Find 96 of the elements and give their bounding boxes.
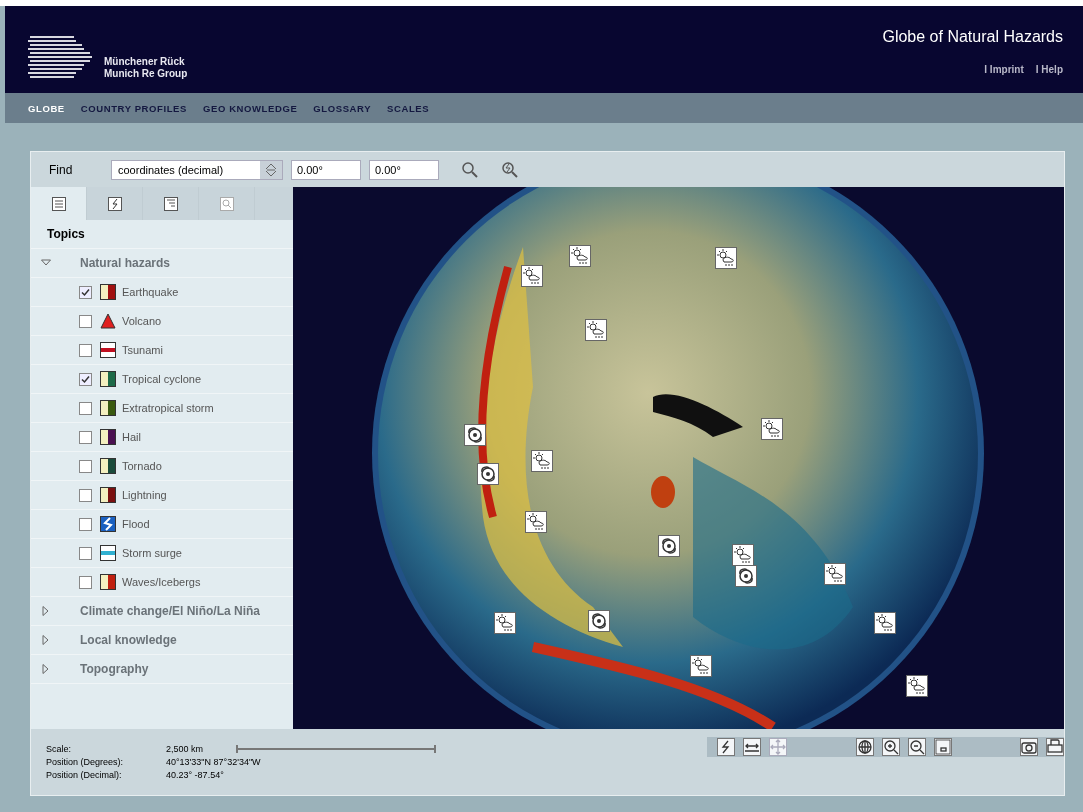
header-link[interactable]: I Imprint	[984, 64, 1024, 75]
checkbox[interactable]	[79, 285, 92, 299]
list-icon	[51, 196, 66, 211]
sun-rain-icon[interactable]	[824, 563, 846, 585]
longitude-field[interactable]: 0.00°	[369, 159, 439, 180]
cyclone-icon[interactable]	[658, 535, 680, 557]
search-icon	[219, 196, 234, 211]
sun-rain-icon[interactable]	[569, 245, 591, 267]
sun-rain-icon[interactable]	[531, 450, 553, 472]
cyclone-icon[interactable]	[464, 424, 486, 446]
nav-tab[interactable]: GLOBE	[28, 102, 65, 114]
spinner-icon	[265, 162, 277, 177]
scale-label: Scale:	[46, 743, 72, 754]
position-label: Position (Degrees):	[46, 756, 125, 767]
expanded-triangle-icon	[41, 258, 51, 268]
collapsed-triangle-icon	[41, 606, 51, 616]
checkbox[interactable]	[79, 314, 92, 328]
nav-tab[interactable]: GLOSSARY	[313, 102, 372, 114]
find-label: Find	[49, 162, 74, 177]
nav-tab[interactable]: COUNTRY PROFILES	[80, 102, 187, 114]
hazard-label: Volcano	[122, 315, 162, 327]
globe-button[interactable]	[855, 738, 874, 756]
hazard-label: Tornado	[122, 460, 162, 472]
scale-value: 2,500 km	[165, 743, 205, 754]
search-icon[interactable]	[461, 160, 479, 179]
logo-icon	[28, 36, 92, 80]
app-title: Globe of Natural Hazards	[882, 28, 1063, 46]
sun-rain-icon[interactable]	[690, 655, 712, 677]
scale-bar-icon	[236, 744, 436, 753]
globe-map[interactable]	[293, 187, 1064, 729]
hazard-label: Storm surge	[122, 547, 182, 559]
sun-rain-icon[interactable]	[906, 675, 928, 697]
window-icon	[934, 739, 951, 755]
hazard-label: Extratropical storm	[122, 402, 214, 414]
checkbox[interactable]	[79, 546, 92, 560]
zoom-to-location-icon[interactable]	[501, 160, 519, 179]
position-label: Position (Decimal):	[46, 769, 123, 780]
topic-group[interactable]: Climate change/El Niño/La Niña	[31, 597, 293, 626]
company-name: Munich Re Group	[104, 68, 188, 80]
sidebar-tab[interactable]	[143, 187, 199, 220]
hazard-label: Flood	[122, 518, 150, 530]
topic-group[interactable]: Topography	[31, 655, 293, 684]
hazard-label: Tropical cyclone	[122, 373, 202, 385]
sun-rain-icon[interactable]	[585, 319, 607, 341]
zoom-out-icon	[908, 739, 925, 755]
sun-rain-icon[interactable]	[761, 418, 783, 440]
flood-icon	[100, 516, 116, 532]
camera-icon	[1021, 739, 1037, 755]
checkbox[interactable]	[79, 488, 92, 502]
topic-group[interactable]: Local knowledge	[31, 626, 293, 655]
sun-rain-icon[interactable]	[525, 511, 547, 533]
collapsed-triangle-icon	[41, 664, 51, 674]
zoom-in-icon	[882, 739, 899, 755]
hazard-label: Tsunami	[122, 344, 163, 356]
cyclone-icon[interactable]	[735, 565, 757, 587]
hazard-label: Waves/Icebergs	[122, 576, 201, 588]
cyclone-icon[interactable]	[477, 463, 499, 485]
sun-rain-icon[interactable]	[874, 612, 896, 634]
checkbox[interactable]	[79, 430, 92, 444]
sun-rain-icon[interactable]	[715, 247, 737, 269]
checkbox[interactable]	[79, 575, 92, 589]
nav-tab[interactable]: SCALES	[387, 102, 430, 114]
checkbox[interactable]	[79, 343, 92, 357]
zoom-in-button[interactable]	[881, 738, 900, 756]
sun-rain-icon[interactable]	[521, 265, 543, 287]
hazard-label: Lightning	[122, 489, 167, 501]
sun-rain-icon[interactable]	[494, 612, 516, 634]
window-button[interactable]	[933, 738, 952, 756]
lightning-icon	[107, 196, 122, 211]
nav-tab[interactable]: GEO KNOWLEDGE	[203, 102, 298, 114]
header-link[interactable]: I Help	[1035, 64, 1063, 75]
move-icon	[770, 739, 786, 755]
checkbox[interactable]	[79, 459, 92, 473]
topic-group[interactable]: Natural hazards	[31, 249, 293, 278]
sun-rain-icon[interactable]	[732, 544, 754, 566]
hazard-label: Hail	[122, 431, 141, 443]
latitude-field[interactable]: 0.00°	[291, 159, 361, 180]
cyclone-icon[interactable]	[588, 610, 610, 632]
hazard-label: Earthquake	[122, 286, 179, 298]
globe-icon	[856, 739, 873, 755]
lightning-button[interactable]	[717, 738, 735, 756]
zoom-out-button[interactable]	[907, 738, 926, 756]
collapsed-triangle-icon	[41, 635, 51, 645]
checkbox[interactable]	[79, 517, 92, 531]
print-button[interactable]	[1046, 738, 1064, 756]
print-icon	[1047, 739, 1063, 755]
measure-button[interactable]	[743, 738, 761, 756]
mode-dropdown[interactable]: coordinates (decimal)	[111, 159, 283, 180]
checkbox[interactable]	[79, 372, 92, 386]
camera-button[interactable]	[1020, 738, 1038, 756]
checkbox[interactable]	[79, 401, 92, 415]
company-name: Münchener Rück	[104, 56, 186, 68]
sidebar-tab[interactable]	[87, 187, 143, 220]
position-value: 40°13'33"N 87°32'34"W	[166, 756, 261, 767]
document-icon	[163, 196, 178, 211]
position-value: 40.23° -87.54°	[166, 769, 224, 780]
